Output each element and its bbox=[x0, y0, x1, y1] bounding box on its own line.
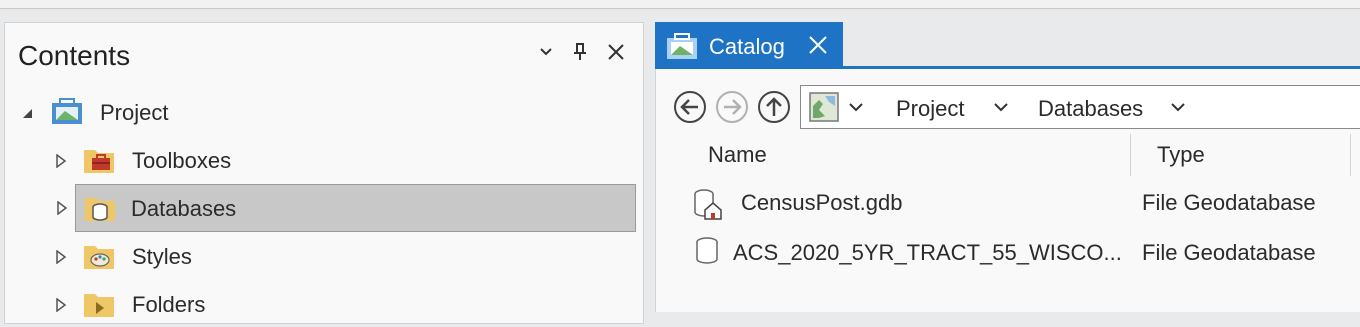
list-item[interactable]: ACS_2020_5YR_TRACT_55_WISCO... File Geod… bbox=[690, 231, 1360, 275]
styles-folder-icon bbox=[84, 246, 114, 269]
close-icon bbox=[608, 44, 624, 60]
tree-item-folders[interactable]: Folders bbox=[45, 283, 625, 327]
expand-toggle[interactable] bbox=[53, 249, 69, 265]
map-location-icon bbox=[809, 92, 839, 122]
breadcrumb-databases-dropdown[interactable] bbox=[1169, 98, 1187, 121]
item-type: File Geodatabase bbox=[1142, 240, 1316, 265]
folder-icon bbox=[84, 294, 114, 317]
collapsed-triangle-icon bbox=[56, 154, 67, 168]
tree-item-label: Toolboxes bbox=[132, 148, 232, 173]
pane-options-button[interactable] bbox=[533, 37, 559, 67]
close-tab-button[interactable] bbox=[807, 34, 831, 58]
chevron-down-icon bbox=[849, 103, 863, 112]
breadcrumb-databases[interactable]: Databases bbox=[1038, 96, 1143, 122]
close-pane-button[interactable] bbox=[603, 37, 629, 67]
expand-toggle[interactable] bbox=[53, 153, 69, 169]
breadcrumb-project[interactable]: Project bbox=[896, 96, 964, 122]
tab-catalog[interactable]: Catalog bbox=[655, 22, 843, 68]
breadcrumb-project-dropdown[interactable] bbox=[992, 98, 1010, 121]
item-name: ACS_2020_5YR_TRACT_55_WISCO... bbox=[733, 240, 1122, 265]
item-type: File Geodatabase bbox=[1142, 190, 1316, 215]
tree-item-styles[interactable]: Styles bbox=[45, 235, 625, 279]
contents-pane: Contents Project Toolboxes Databases Sty… bbox=[4, 22, 644, 324]
expanded-triangle-icon bbox=[23, 109, 32, 118]
database-folder-icon bbox=[85, 198, 115, 221]
column-separator[interactable] bbox=[1350, 134, 1351, 176]
home-database-icon bbox=[694, 189, 722, 220]
project-icon bbox=[52, 98, 82, 124]
collapsed-triangle-icon bbox=[56, 298, 67, 312]
tree-item-toolboxes[interactable]: Toolboxes bbox=[45, 139, 625, 183]
tree-item-label: Folders bbox=[132, 292, 206, 317]
item-name: CensusPost.gdb bbox=[741, 190, 903, 215]
tree-item-label: Databases bbox=[131, 196, 237, 221]
expand-toggle[interactable] bbox=[53, 297, 69, 313]
column-header-type[interactable]: Type bbox=[1157, 142, 1205, 168]
application-top-strip bbox=[0, 0, 1360, 9]
chevron-down-icon bbox=[994, 103, 1008, 112]
tab-label: Catalog bbox=[709, 34, 785, 59]
list-item[interactable]: CensusPost.gdb File Geodatabase bbox=[690, 182, 1360, 226]
location-dropdown-button[interactable] bbox=[847, 98, 865, 121]
tree-item-databases[interactable]: Databases bbox=[57, 184, 636, 232]
contents-pane-title: Contents bbox=[18, 40, 131, 71]
column-separator[interactable] bbox=[1130, 134, 1131, 176]
close-icon bbox=[809, 36, 827, 54]
collapse-toggle[interactable] bbox=[19, 105, 35, 121]
toolbox-folder-icon bbox=[84, 150, 114, 173]
database-icon bbox=[696, 237, 718, 264]
up-level-arrow-icon[interactable] bbox=[757, 90, 791, 124]
column-header-name[interactable]: Name bbox=[708, 142, 767, 168]
expand-toggle[interactable] bbox=[54, 200, 70, 216]
collapsed-triangle-icon bbox=[56, 250, 67, 264]
tree-item-project[interactable]: Project bbox=[15, 91, 615, 135]
address-bar[interactable]: Project Databases bbox=[800, 85, 1360, 129]
chevron-down-icon bbox=[540, 48, 552, 56]
tree-item-label: Project bbox=[100, 100, 169, 125]
pin-pane-button[interactable] bbox=[567, 37, 593, 67]
pin-icon bbox=[574, 43, 586, 60]
collapsed-triangle-icon bbox=[57, 201, 68, 215]
catalog-icon bbox=[667, 33, 697, 59]
forward-arrow-icon[interactable] bbox=[715, 90, 749, 124]
back-arrow-icon[interactable] bbox=[673, 90, 707, 124]
chevron-down-icon bbox=[1171, 103, 1185, 112]
tree-item-label: Styles bbox=[132, 244, 192, 269]
